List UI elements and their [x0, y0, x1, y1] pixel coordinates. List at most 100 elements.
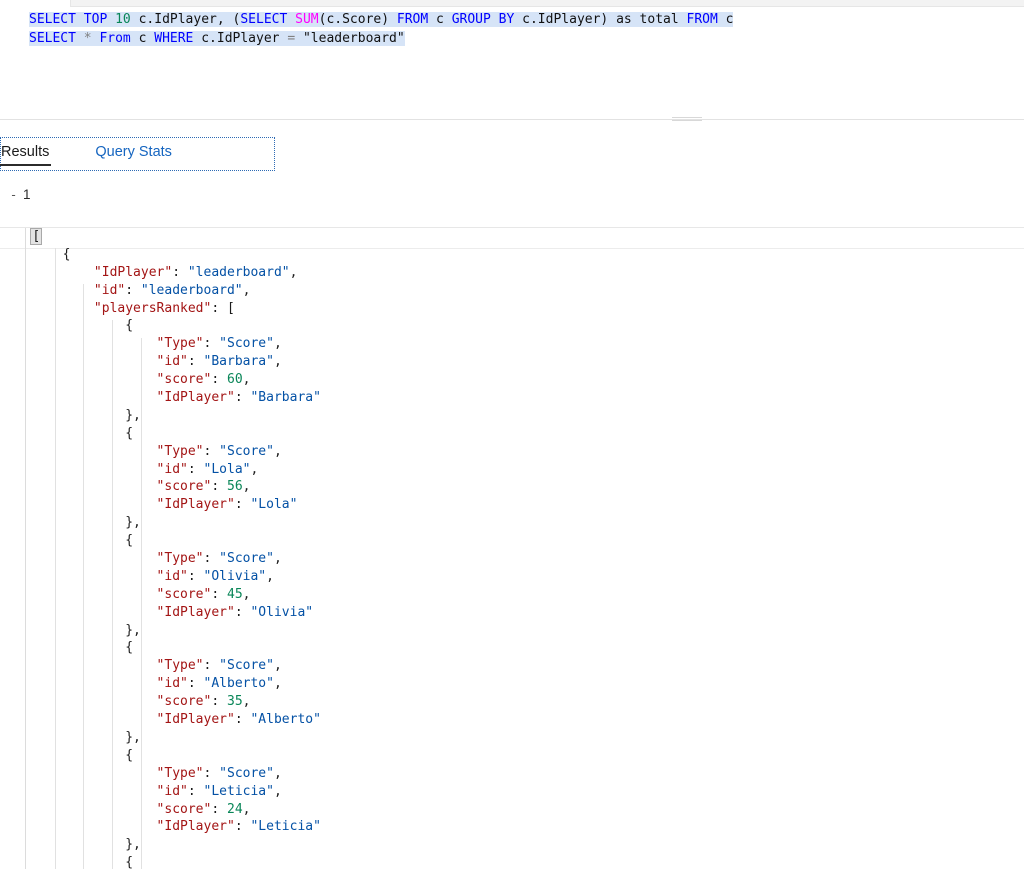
tab-query-stats[interactable]: Query Stats	[95, 138, 172, 167]
json-line[interactable]: "Type": "Score",	[0, 443, 1024, 461]
query-token: c.IdPlayer, (	[131, 12, 241, 27]
json-key: "score"	[157, 587, 212, 602]
json-line[interactable]: "IdPlayer": "Barbara"	[0, 389, 1024, 407]
json-string-value: "leaderboard"	[141, 283, 243, 298]
json-indent	[0, 802, 157, 817]
json-line[interactable]: "Type": "Score",	[0, 765, 1024, 783]
json-key: "id"	[157, 354, 188, 369]
json-indent	[0, 229, 31, 244]
json-punctuation: },	[125, 837, 141, 852]
json-punctuation: [	[31, 229, 41, 244]
json-indent	[0, 479, 157, 494]
query-token: "leaderboard"	[295, 31, 405, 46]
query-line[interactable]: SELECT * From c WHERE c.IdPlayer = "lead…	[0, 29, 1024, 48]
json-punctuation: ,	[243, 372, 251, 387]
json-line[interactable]: "score": 60,	[0, 371, 1024, 389]
json-indent	[0, 658, 157, 673]
json-number-value: 24	[227, 802, 243, 817]
json-punctuation: ,	[274, 444, 282, 459]
json-punctuation: },	[125, 623, 141, 638]
json-document[interactable]: [ { "IdPlayer": "leaderboard", "id": "le…	[0, 228, 1024, 869]
json-result-viewer[interactable]: [ { "IdPlayer": "leaderboard", "id": "le…	[0, 227, 1024, 869]
json-key: "IdPlayer"	[157, 605, 235, 620]
json-line[interactable]: "playersRanked": [	[0, 300, 1024, 318]
json-punctuation: :	[235, 712, 251, 727]
json-punctuation: {	[125, 426, 133, 441]
json-punctuation: :	[235, 819, 251, 834]
json-line[interactable]: "id": "Alberto",	[0, 675, 1024, 693]
json-line[interactable]: "IdPlayer": "Olivia"	[0, 604, 1024, 622]
query-token: SUM	[295, 12, 318, 27]
json-punctuation: ,	[274, 551, 282, 566]
json-line[interactable]: {	[0, 639, 1024, 657]
json-indent	[0, 354, 157, 369]
json-key: "id"	[157, 569, 188, 584]
json-number-value: 60	[227, 372, 243, 387]
query-editor[interactable]: SELECT TOP 10 c.IdPlayer, (SELECT SUM(c.…	[0, 10, 1024, 105]
json-line[interactable]: "IdPlayer": "Alberto"	[0, 711, 1024, 729]
tree-item-record-1[interactable]: - 1	[0, 187, 31, 202]
json-indent	[0, 819, 157, 834]
tab-label: Query Stats	[95, 144, 172, 160]
json-punctuation: :	[211, 587, 227, 602]
top-chrome-sliver	[70, 0, 1024, 7]
json-line[interactable]: },	[0, 514, 1024, 532]
json-line[interactable]: "score": 56,	[0, 478, 1024, 496]
json-indent	[0, 497, 157, 512]
query-text[interactable]: SELECT TOP 10 c.IdPlayer, (SELECT SUM(c.…	[0, 10, 1024, 48]
json-line[interactable]: "id": "leaderboard",	[0, 282, 1024, 300]
json-line[interactable]: {	[0, 317, 1024, 335]
json-line[interactable]: [	[0, 228, 1024, 246]
results-tabstrip[interactable]: Results Query Stats	[0, 137, 275, 171]
json-line[interactable]: "Type": "Score",	[0, 657, 1024, 675]
json-line[interactable]: },	[0, 836, 1024, 854]
json-line[interactable]: {	[0, 532, 1024, 550]
query-line-selection: SELECT * From c WHERE c.IdPlayer = "lead…	[29, 31, 405, 46]
json-indent	[0, 533, 125, 548]
json-line[interactable]: {	[0, 854, 1024, 869]
collapse-toggle-icon[interactable]: -	[8, 187, 19, 202]
json-line[interactable]: "Type": "Score",	[0, 550, 1024, 568]
json-key: "score"	[157, 479, 212, 494]
query-line[interactable]: SELECT TOP 10 c.IdPlayer, (SELECT SUM(c.…	[0, 10, 1024, 29]
json-line[interactable]: },	[0, 407, 1024, 425]
query-token: (c.Score)	[319, 12, 397, 27]
panel-splitter[interactable]	[0, 117, 1024, 122]
json-line[interactable]: {	[0, 246, 1024, 264]
json-key: "score"	[157, 694, 212, 709]
tab-results[interactable]: Results	[1, 138, 51, 167]
json-line[interactable]: },	[0, 729, 1024, 747]
json-line[interactable]: "score": 24,	[0, 801, 1024, 819]
query-token	[76, 12, 84, 27]
json-string-value: "Lola"	[204, 462, 251, 477]
json-line[interactable]: "id": "Lola",	[0, 461, 1024, 479]
json-line[interactable]: },	[0, 622, 1024, 640]
resize-grip-icon[interactable]	[672, 117, 702, 122]
json-punctuation: {	[125, 640, 133, 655]
json-line[interactable]: {	[0, 747, 1024, 765]
tabs-row[interactable]: Results Query Stats	[1, 138, 172, 172]
json-line[interactable]: "id": "Barbara",	[0, 353, 1024, 371]
json-line[interactable]: "score": 45,	[0, 586, 1024, 604]
json-line[interactable]: "score": 35,	[0, 693, 1024, 711]
json-line[interactable]: "Type": "Score",	[0, 335, 1024, 353]
json-line[interactable]: "IdPlayer": "Lola"	[0, 496, 1024, 514]
json-line[interactable]: "id": "Leticia",	[0, 783, 1024, 801]
json-string-value: "Leticia"	[204, 784, 274, 799]
json-string-value: "leaderboard"	[188, 265, 290, 280]
json-punctuation: :	[211, 301, 227, 316]
query-token: c.IdPlayer) as total	[514, 12, 686, 27]
json-line[interactable]: "id": "Olivia",	[0, 568, 1024, 586]
json-number-value: 56	[227, 479, 243, 494]
json-line[interactable]: {	[0, 425, 1024, 443]
query-token: GROUP	[452, 12, 491, 27]
query-token: c	[718, 12, 734, 27]
query-token: FROM	[397, 12, 428, 27]
json-line[interactable]: "IdPlayer": "leaderboard",	[0, 264, 1024, 282]
result-tree[interactable]: - 1	[0, 186, 1024, 214]
json-punctuation: :	[204, 766, 220, 781]
json-indent	[0, 605, 157, 620]
json-punctuation: :	[211, 694, 227, 709]
json-line[interactable]: "IdPlayer": "Leticia"	[0, 818, 1024, 836]
json-punctuation: ,	[274, 336, 282, 351]
